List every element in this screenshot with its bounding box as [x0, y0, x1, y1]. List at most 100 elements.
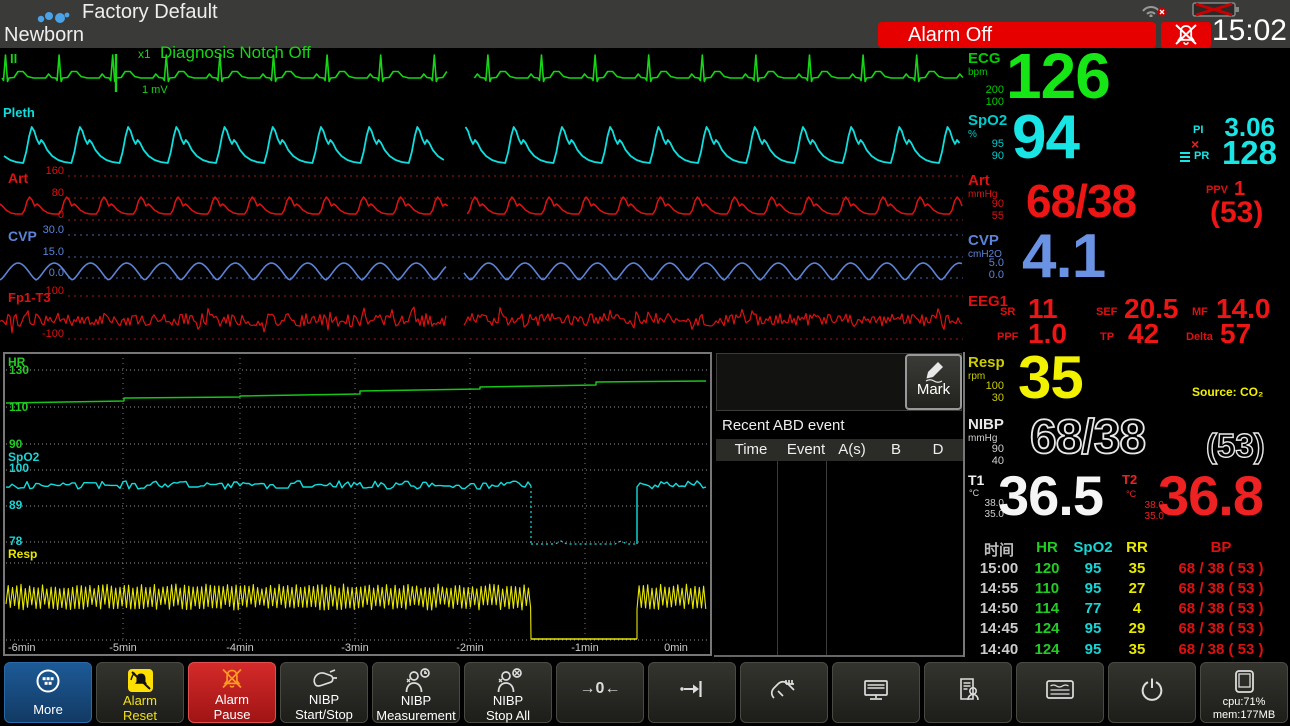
vitals-cell-spo2: 95 — [1068, 560, 1118, 577]
trend-x-tick: -6min — [8, 642, 52, 654]
spo2-limit-low: 90 — [976, 150, 1004, 162]
mem-status: mem:177MB — [1213, 709, 1275, 722]
resp-source: Source: CO₂ — [1192, 385, 1263, 399]
zero-ibp-button[interactable]: →0← — [556, 662, 644, 723]
nibp-measurement-button[interactable]: NIBP Measurement — [372, 662, 460, 723]
cvp-scale-mid: 15.0 — [30, 246, 64, 258]
pr-label: PR — [1194, 150, 1209, 162]
ev-col-a: A(s) — [836, 441, 868, 458]
t2-value: 36.8 — [1158, 468, 1263, 524]
eeg-tp-label: TP — [1100, 331, 1114, 343]
spo2-value: 94 — [1012, 107, 1079, 169]
vitals-cell-bp: 68 / 38 ( 53 ) — [1156, 600, 1286, 617]
more-label: More — [33, 703, 63, 718]
ecg-cal-label: 1 mV — [142, 84, 168, 96]
more-button[interactable]: More — [4, 662, 92, 723]
trend-x-tick: -5min — [101, 642, 145, 654]
nibp-start-stop-button[interactable]: NIBP Start/Stop — [280, 662, 368, 723]
nibp-stop-all-button[interactable]: NIBP Stop All — [464, 662, 552, 723]
ecg-unit: bpm — [968, 67, 987, 78]
minitrend-plot — [5, 354, 710, 654]
vitals-cell-spo2: 95 — [1068, 641, 1118, 658]
trend-hr-t0: 130 — [9, 363, 29, 377]
ecg-filter-note: Diagnosis Notch Off — [160, 43, 311, 63]
art-value: 68/38 — [1026, 178, 1136, 224]
alarm-off-button[interactable] — [1161, 22, 1211, 48]
profile-name[interactable]: Factory Default — [82, 1, 218, 24]
vitals-cell-bp: 68 / 38 ( 53 ) — [1156, 560, 1286, 577]
alarm-pause-label: Alarm Pause — [214, 693, 251, 722]
vitals-cell-spo2: 77 — [1068, 600, 1118, 617]
vitals-cell-time: 14:45 — [972, 620, 1026, 637]
eeg-sr-label: SR — [1000, 306, 1015, 318]
event-panel-bottom-border — [714, 655, 964, 657]
ppv-label: PPV — [1206, 184, 1228, 196]
patient-info-button[interactable] — [924, 662, 1012, 723]
eeg-delta-label: Delta — [1186, 331, 1213, 343]
eeg-ppf-label: PPF — [997, 331, 1018, 343]
power-button[interactable] — [1108, 662, 1196, 723]
col-bp: BP — [1156, 539, 1286, 556]
nibp-mean-value: (53) — [1206, 427, 1265, 465]
art-scale-mid: 80 — [36, 187, 64, 199]
cvp-limit-low: 0.0 — [976, 269, 1004, 281]
nibp-stop-all-label: NIBP Stop All — [486, 694, 530, 723]
ecg-limit-low: 100 — [976, 96, 1004, 108]
venipuncture-button[interactable] — [740, 662, 828, 723]
eeg-sef-label: SEF — [1096, 306, 1117, 318]
vitals-cell-hr: 120 — [1026, 560, 1068, 577]
trend-hr-t2: 90 — [9, 437, 22, 451]
ev-col-d: D — [926, 441, 950, 458]
trend-x-tick: 0min — [654, 642, 698, 654]
clock: 15:02 — [1205, 14, 1287, 48]
more-icon — [34, 667, 62, 695]
art-scale-low: 0 — [36, 209, 64, 221]
art-wave-label[interactable]: Art — [8, 170, 28, 186]
nibp-value: 68/38 — [1030, 414, 1145, 462]
ecg-gain-label: x1 — [138, 47, 151, 61]
patient-type[interactable]: Newborn — [4, 24, 84, 47]
art-scale-high: 160 — [36, 165, 64, 177]
cvp-scale-low: 0.0 — [30, 267, 64, 279]
pleth-wave-label[interactable]: Pleth — [3, 105, 35, 120]
ecg-limit-high: 200 — [976, 84, 1004, 96]
t2-unit: °C — [1126, 489, 1136, 499]
alarm-pause-button[interactable]: Alarm Pause — [188, 662, 276, 723]
power-icon — [1138, 675, 1166, 703]
eeg-scale-high: 100 — [30, 285, 64, 297]
t2-label: T2 — [1122, 472, 1137, 487]
vitals-cell-hr: 110 — [1026, 580, 1068, 597]
vitals-cell-time: 14:40 — [972, 641, 1026, 658]
art-limit-high: 90 — [976, 198, 1004, 210]
eeg-tp-value: 42 — [1128, 318, 1159, 350]
nibp-cuff-icon — [309, 667, 339, 693]
vitals-cell-rr: 35 — [1118, 560, 1156, 577]
mark-button[interactable]: Mark — [905, 354, 962, 410]
trend-spo2-t0: 100 — [9, 461, 29, 475]
vitals-cell-spo2: 95 — [1068, 580, 1118, 597]
nibp-limit-high: 90 — [976, 443, 1004, 455]
screen-setup-button[interactable] — [1016, 662, 1104, 723]
trend-x-tick: -3min — [333, 642, 377, 654]
nibp-stop-all-icon — [493, 667, 523, 694]
vitals-cell-time: 14:55 — [972, 580, 1026, 597]
col-spo2: SpO2 — [1068, 539, 1118, 556]
main-screen-button[interactable] — [832, 662, 920, 723]
art-mean-value: (53) — [1210, 196, 1263, 230]
main-screen-icon — [861, 675, 891, 703]
nibp-measurement-label: NIBP Measurement — [376, 694, 455, 723]
screen-setup-icon — [1044, 675, 1076, 703]
spo2-label: SpO2 — [968, 112, 1007, 129]
alarm-reset-label: Alarm Reset — [123, 694, 157, 723]
mark-pen-icon — [921, 359, 947, 383]
trend-resp-label: Resp — [8, 547, 37, 561]
trend-spo2-t2: 78 — [9, 534, 22, 548]
col-rr: RR — [1118, 539, 1156, 556]
alarm-reset-button[interactable]: Alarm Reset — [96, 662, 184, 723]
eeg-scale-low: -100 — [30, 328, 64, 340]
standby-button[interactable] — [648, 662, 736, 723]
eeg-mf-label: MF — [1192, 306, 1208, 318]
ecg-lead-label[interactable]: II — [10, 51, 17, 66]
vitals-cell-time: 15:00 — [972, 560, 1026, 577]
system-status-button[interactable]: cpu:71% mem:177MB — [1200, 662, 1288, 723]
